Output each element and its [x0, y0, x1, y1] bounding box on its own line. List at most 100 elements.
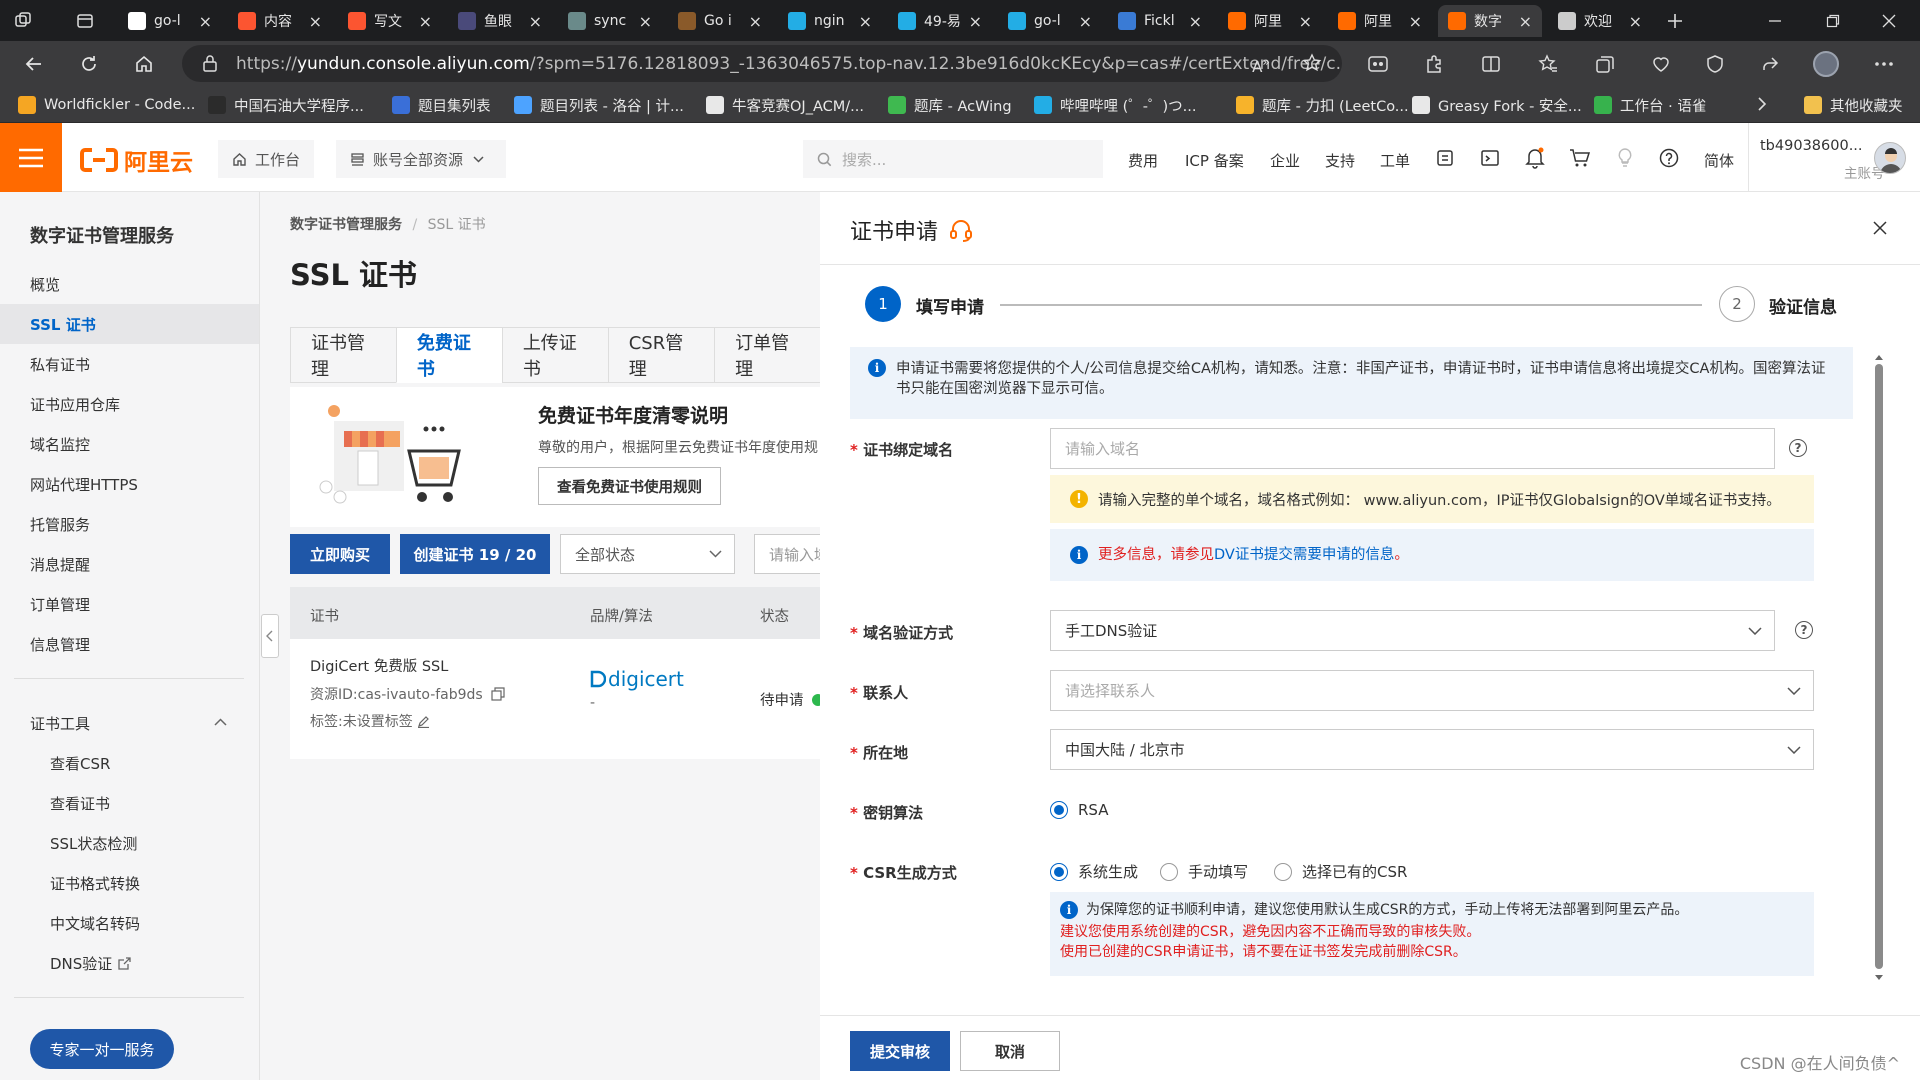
browser-essentials-icon[interactable]	[1643, 46, 1679, 82]
notes-icon[interactable]	[1433, 146, 1457, 170]
create-cert-button[interactable]: 创建证书 19 / 20	[400, 534, 550, 574]
browser-tab[interactable]: 49-易 ×	[888, 5, 992, 37]
nav-link-billing[interactable]: 费用	[1128, 150, 1158, 171]
home-button[interactable]	[126, 46, 162, 82]
more-menu-icon[interactable]	[1866, 46, 1902, 82]
expert-service-button[interactable]: 专家一对一服务	[30, 1029, 174, 1069]
sidebar-item-proxy-https[interactable]: 网站代理HTTPS	[0, 464, 259, 504]
cancel-button[interactable]: 取消	[960, 1031, 1060, 1071]
close-tab-icon[interactable]: ×	[859, 12, 872, 31]
sidebar-group-tools[interactable]: 证书工具	[0, 703, 259, 743]
close-tab-icon[interactable]: ×	[419, 12, 432, 31]
browser-tab[interactable]: 写文 ×	[338, 5, 442, 37]
drawer-scrollbar[interactable]	[1875, 352, 1883, 992]
menu-hamburger-icon[interactable]	[0, 123, 62, 192]
bookmarks-more-icon[interactable]	[1756, 96, 1768, 112]
extensions-puzzle-icon[interactable]	[1416, 46, 1452, 82]
language-switch[interactable]: 简体	[1704, 150, 1734, 171]
lightbulb-icon[interactable]	[1613, 146, 1637, 170]
browser-tab[interactable]: 鱼眼 ×	[448, 5, 552, 37]
sidebar-item-format-convert[interactable]: 证书格式转换	[0, 863, 259, 903]
minimize-button[interactable]	[1752, 0, 1798, 41]
tab-cert-manage[interactable]: 证书管理	[290, 327, 396, 383]
workbench-button[interactable]: 工作台	[218, 140, 315, 178]
copy-icon[interactable]	[491, 687, 505, 701]
browser-tab[interactable]: sync ×	[558, 5, 662, 37]
buy-now-button[interactable]: 立即购买	[290, 534, 390, 574]
address-bar[interactable]: https://yundun.console.aliyun.com/?spm=5…	[182, 45, 1342, 82]
bookmark-item[interactable]: 工作台 · 语雀	[1594, 92, 1706, 118]
profile-avatar[interactable]	[1808, 46, 1844, 82]
resources-dropdown[interactable]: 账号全部资源	[336, 140, 506, 178]
browser-tab[interactable]: go-l ×	[998, 5, 1102, 37]
console-search-input[interactable]: 搜索...	[803, 140, 1103, 178]
tab-csr-manage[interactable]: CSR管理	[607, 327, 715, 383]
split-screen-icon[interactable]	[1473, 46, 1509, 82]
close-tab-icon[interactable]: ×	[1629, 12, 1642, 31]
favorite-star-icon[interactable]	[1302, 53, 1322, 73]
browser-tab[interactable]: 内容 ×	[228, 5, 332, 37]
nav-link-support[interactable]: 支持	[1325, 150, 1355, 171]
bookmark-item[interactable]: 中国石油大学程序...	[208, 92, 364, 118]
radio-csr-manual[interactable]: 手动填写	[1160, 861, 1248, 882]
sidebar-item-punycode[interactable]: 中文域名转码	[0, 903, 259, 943]
tab-order-manage[interactable]: 订单管理	[714, 327, 820, 383]
more-info-link[interactable]: DV证书提交需要申请的信息	[1214, 545, 1394, 565]
close-tab-icon[interactable]: ×	[199, 12, 212, 31]
browser-tab[interactable]: 数字 ×	[1438, 5, 1542, 37]
share-icon[interactable]	[1752, 46, 1788, 82]
terminal-icon[interactable]	[1478, 146, 1502, 170]
aliyun-logo[interactable]: 阿里云	[80, 143, 193, 177]
bookmark-item[interactable]: 题目列表 - 洛谷 | 计...	[514, 92, 684, 118]
sidebar-item-view-csr[interactable]: 查看CSR	[0, 743, 259, 783]
browser-tab[interactable]: ngin ×	[778, 5, 882, 37]
sidebar-item-ssl[interactable]: SSL 证书	[0, 304, 259, 344]
bookmark-item[interactable]: Greasy Fork - 安全...	[1412, 92, 1582, 118]
favorites-icon[interactable]	[1530, 46, 1566, 82]
other-favorites[interactable]: 其他收藏夹	[1804, 92, 1903, 118]
view-rules-button[interactable]: 查看免费证书使用规则	[538, 467, 721, 505]
sidebar-collapse-button[interactable]	[261, 614, 279, 658]
nav-link-enterprise[interactable]: 企业	[1270, 150, 1300, 171]
bell-icon[interactable]	[1523, 146, 1547, 170]
sidebar-item-domain-monitor[interactable]: 域名监控	[0, 424, 259, 464]
cart-icon[interactable]	[1568, 146, 1592, 170]
read-aloud-icon[interactable]: A»	[1252, 54, 1270, 76]
browser-tab[interactable]: Fickl ×	[1108, 5, 1212, 37]
bookmark-item[interactable]: 哔哩哔哩 (゜-゜)つ...	[1034, 92, 1196, 118]
browser-tab[interactable]: Go i ×	[668, 5, 772, 37]
close-tab-icon[interactable]: ×	[1189, 12, 1202, 31]
bookmark-item[interactable]: 题库 - AcWing	[888, 92, 1012, 118]
close-tab-icon[interactable]: ×	[1519, 12, 1532, 31]
sidebar-item-orders[interactable]: 订单管理	[0, 584, 259, 624]
user-avatar[interactable]	[1874, 142, 1906, 174]
sidebar-item-hosting[interactable]: 托管服务	[0, 504, 259, 544]
copilot-shield-icon[interactable]	[1697, 46, 1733, 82]
sidebar-item-info[interactable]: 信息管理	[0, 624, 259, 664]
bookmark-item[interactable]: 题目集列表	[392, 92, 491, 118]
close-tab-icon[interactable]: ×	[1409, 12, 1422, 31]
close-tab-icon[interactable]: ×	[309, 12, 322, 31]
bookmark-item[interactable]: 牛客竞赛OJ_ACM/...	[706, 92, 864, 118]
close-tab-icon[interactable]: ×	[969, 12, 982, 31]
close-tab-icon[interactable]: ×	[529, 12, 542, 31]
edit-icon[interactable]	[417, 715, 430, 728]
sidebar-item-ssl-check[interactable]: SSL状态检测	[0, 823, 259, 863]
sidebar-item-messages[interactable]: 消息提醒	[0, 544, 259, 584]
browser-tab[interactable]: go-l ×	[118, 5, 222, 37]
restore-button[interactable]	[1810, 0, 1856, 41]
close-tab-icon[interactable]: ×	[1299, 12, 1312, 31]
bookmark-item[interactable]: 题库 - 力扣 (LeetCo...	[1236, 92, 1409, 118]
radio-rsa[interactable]: RSA	[1050, 801, 1108, 819]
table-search-input[interactable]: 请输入域	[754, 534, 820, 574]
close-window-button[interactable]	[1866, 0, 1912, 41]
submit-review-button[interactable]: 提交审核	[850, 1031, 950, 1071]
sidebar-item-cert-repo[interactable]: 证书应用仓库	[0, 384, 259, 424]
browser-tab[interactable]: 欢迎 ×	[1548, 5, 1652, 37]
radio-csr-existing[interactable]: 选择已有的CSR	[1274, 861, 1407, 882]
browser-tab[interactable]: 阿里 ×	[1218, 5, 1322, 37]
nav-link-icp[interactable]: ICP 备案	[1185, 150, 1244, 171]
sidebar-item-private-cert[interactable]: 私有证书	[0, 344, 259, 384]
contact-select[interactable]: 请选择联系人	[1050, 670, 1814, 711]
nav-link-ticket[interactable]: 工单	[1380, 150, 1410, 171]
